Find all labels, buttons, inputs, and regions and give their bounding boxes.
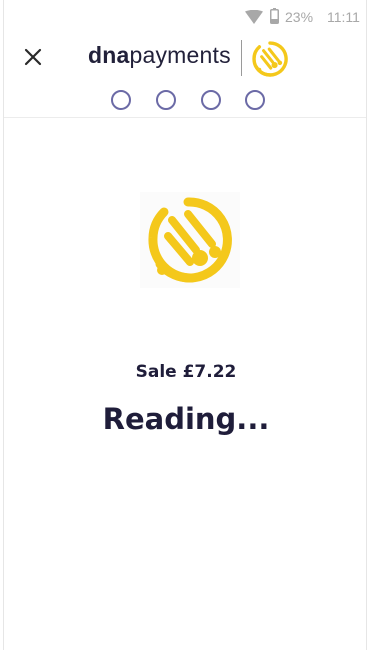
step-dot xyxy=(156,90,176,110)
close-button[interactable] xyxy=(20,44,46,70)
step-indicator xyxy=(111,90,271,112)
step-dot xyxy=(201,90,221,110)
hero-logo xyxy=(140,192,240,288)
dna-mark-icon xyxy=(252,41,288,77)
sale-amount: Sale £7.22 xyxy=(135,362,237,382)
app-frame: 23% 11:11 dnapayments Sale £7.22 Reading… xyxy=(3,0,367,650)
brand-wordmark: dnapayments xyxy=(88,42,231,69)
close-icon xyxy=(24,48,42,66)
wifi-icon xyxy=(245,10,263,24)
brand-wordmark-bold: dna xyxy=(88,42,130,68)
brand-divider xyxy=(241,40,242,76)
brand-wordmark-light: payments xyxy=(129,42,231,68)
battery-icon xyxy=(270,8,279,24)
brand-logo: dnapayments xyxy=(88,40,298,77)
dna-mark-icon xyxy=(148,197,232,283)
status-bar: 23% 11:11 xyxy=(4,0,368,34)
clock: 11:11 xyxy=(327,9,360,25)
reading-status: Reading... xyxy=(102,402,270,436)
header-divider xyxy=(4,117,366,118)
step-dot xyxy=(245,90,265,110)
step-dot xyxy=(111,90,131,110)
battery-percentage: 23% xyxy=(285,9,314,25)
